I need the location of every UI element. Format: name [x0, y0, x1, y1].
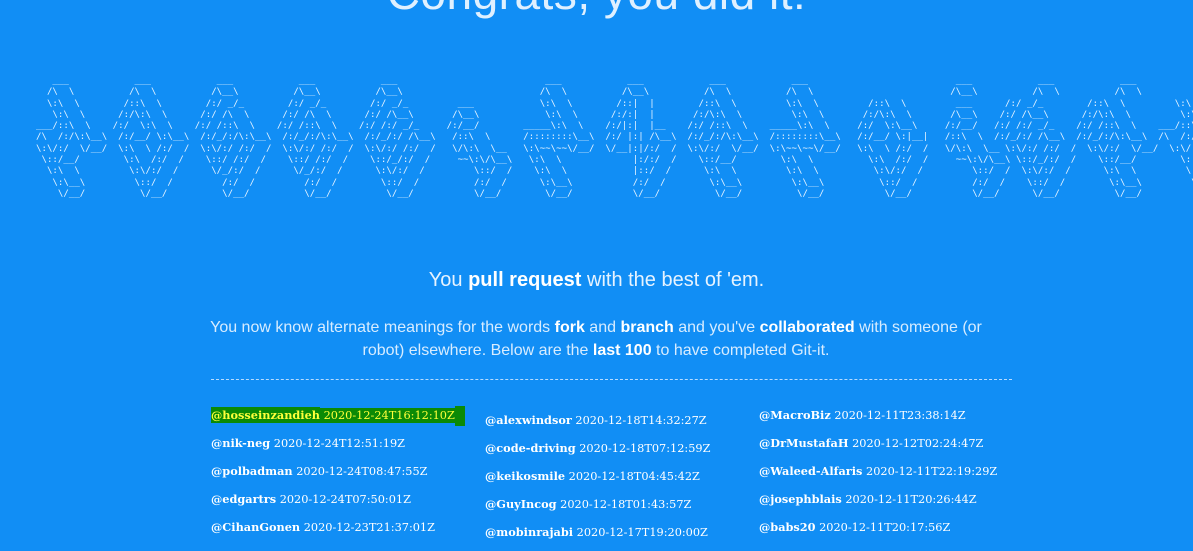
list-item: @babs20 2020-12-11T20:17:56Z [759, 517, 997, 545]
desc-text-2: and [584, 319, 621, 336]
list-item: @CihanGonen 2020-12-23T21:37:01Z [211, 517, 465, 545]
completion-timestamp: 2020-12-11T22:19:29Z [866, 465, 998, 478]
list-item: @code-driving 2020-12-18T07:12:59Z [485, 438, 710, 466]
desc-text-3: and you've [673, 319, 760, 336]
completion-timestamp: 2020-12-23T21:37:01Z [303, 521, 435, 534]
list-item: @alexwindsor 2020-12-18T14:32:27Z [485, 410, 710, 438]
list-item: @josephblais 2020-12-11T20:26:44Z [759, 489, 997, 517]
user-handle-link[interactable]: @babs20 [759, 520, 816, 534]
desc-text-5: to have completed Git-it. [651, 342, 830, 359]
tagline-suffix: with the best of 'em. [581, 269, 765, 291]
completion-timestamp: 2020-12-11T20:17:56Z [819, 521, 951, 534]
desc-bold-collaborated: collaborated [759, 319, 855, 336]
tagline-bold: pull request [468, 269, 582, 291]
completion-timestamp: 2020-12-11T23:38:14Z [834, 409, 966, 422]
user-handle-link[interactable]: @GuyIncog [485, 497, 557, 511]
page-title: Congrats, you did it! [0, 0, 1193, 20]
completion-timestamp: 2020-12-18T04:45:42Z [568, 470, 700, 483]
user-handle-link[interactable]: @hosseinzandieh [211, 407, 320, 423]
list-item: @hosseinzandieh 2020-12-24T16:12:10Z [211, 405, 465, 433]
user-handle-link[interactable]: @edgartrs [211, 492, 276, 506]
user-handle-link[interactable]: @keikosmile [485, 469, 565, 483]
user-handle-link[interactable]: @alexwindsor [485, 413, 572, 427]
user-handle-link[interactable]: @nik-neg [211, 436, 270, 450]
completions-column-3: @MacroBiz 2020-12-11T23:38:14Z @DrMustaf… [759, 405, 997, 545]
completion-timestamp: 2020-12-24T07:50:01Z [279, 493, 411, 506]
desc-text-1: You now know alternate meanings for the … [210, 319, 555, 336]
completion-timestamp: 2020-12-24T16:12:10Z [323, 408, 455, 423]
list-item: @mobinrajabi 2020-12-17T19:20:00Z [485, 522, 710, 550]
completion-timestamp: 2020-12-17T19:20:00Z [576, 526, 708, 539]
highlight-pad [454, 406, 465, 426]
completions-column-2: @alexwindsor 2020-12-18T14:32:27Z @code-… [485, 410, 710, 550]
completion-timestamp: 2020-12-18T01:43:57Z [560, 498, 692, 511]
desc-bold-branch: branch [620, 319, 674, 336]
completion-timestamp: 2020-12-11T20:26:44Z [845, 493, 977, 506]
user-handle-link[interactable]: @mobinrajabi [485, 525, 573, 539]
user-handle-link[interactable]: @CihanGonen [211, 520, 300, 534]
tagline: You pull request with the best of 'em. [0, 269, 1193, 292]
completion-timestamp: 2020-12-18T07:12:59Z [579, 442, 711, 455]
user-handle-link[interactable]: @DrMustafaH [759, 436, 849, 450]
completion-timestamp: 2020-12-12T02:24:47Z [852, 437, 984, 450]
list-item: @edgartrs 2020-12-24T07:50:01Z [211, 489, 465, 517]
list-item: @keikosmile 2020-12-18T04:45:42Z [485, 466, 710, 494]
description: You now know alternate meanings for the … [196, 316, 996, 362]
completion-timestamp: 2020-12-24T12:51:19Z [273, 437, 406, 450]
completions-column-1: @hosseinzandieh 2020-12-24T16:12:10Z @ni… [211, 405, 465, 545]
user-handle-link[interactable]: @MacroBiz [759, 408, 831, 422]
user-handle-link[interactable]: @Waleed-Alfaris [759, 464, 862, 478]
desc-bold-fork: fork [554, 319, 585, 336]
list-item: @GuyIncog 2020-12-18T01:43:57Z [485, 494, 710, 522]
user-handle-link[interactable]: @josephblais [759, 492, 842, 506]
section-divider [211, 379, 1012, 380]
ascii-banner: ___ ___ ___ ___ ___ ___ ___ ___ ___ ___ … [36, 76, 1193, 199]
list-item: @MacroBiz 2020-12-11T23:38:14Z [759, 405, 997, 433]
completion-timestamp: 2020-12-18T14:32:27Z [575, 414, 707, 427]
list-item: @Waleed-Alfaris 2020-12-11T22:19:29Z [759, 461, 997, 489]
list-item: @nik-neg 2020-12-24T12:51:19Z [211, 433, 465, 461]
user-handle-link[interactable]: @code-driving [485, 441, 576, 455]
list-item: @DrMustafaH 2020-12-12T02:24:47Z [759, 433, 997, 461]
completion-timestamp: 2020-12-24T08:47:55Z [296, 465, 428, 478]
desc-bold-last-100: last 100 [592, 342, 652, 359]
tagline-prefix: You [428, 269, 469, 291]
user-handle-link[interactable]: @polbadman [211, 464, 293, 478]
list-item: @polbadman 2020-12-24T08:47:55Z [211, 461, 465, 489]
